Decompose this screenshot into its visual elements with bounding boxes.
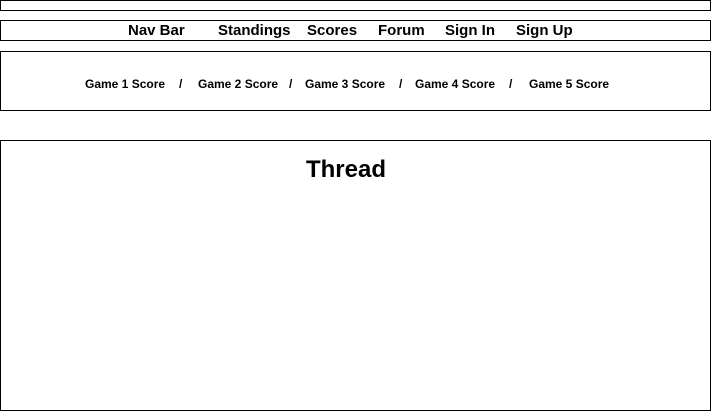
game-3-score-link[interactable]: Game 3 Score: [305, 77, 385, 91]
game-scores-bar: Game 1 Score / Game 2 Score / Game 3 Sco…: [0, 51, 711, 111]
game-4-score-link[interactable]: Game 4 Score: [415, 77, 495, 91]
score-separator: /: [399, 77, 403, 91]
nav-link-scores[interactable]: Scores: [307, 22, 357, 40]
score-separator: /: [509, 77, 513, 91]
thread-panel: Thread: [0, 140, 711, 411]
game-5-score-link[interactable]: Game 5 Score: [529, 77, 609, 91]
top-strip: [0, 0, 711, 11]
nav-link-sign-in[interactable]: Sign In: [445, 22, 495, 40]
nav-bar-title: Nav Bar: [128, 22, 185, 39]
nav-link-standings[interactable]: Standings: [218, 22, 291, 40]
nav-link-forum[interactable]: Forum: [378, 22, 425, 40]
game-2-score-link[interactable]: Game 2 Score: [198, 77, 278, 91]
thread-title: Thread: [305, 156, 386, 183]
nav-bar: Nav Bar Standings Scores Forum Sign In S…: [0, 20, 711, 41]
nav-link-sign-up[interactable]: Sign Up: [516, 22, 573, 40]
score-separator: /: [289, 77, 293, 91]
game-1-score-link[interactable]: Game 1 Score: [85, 77, 165, 91]
score-separator: /: [179, 77, 183, 91]
